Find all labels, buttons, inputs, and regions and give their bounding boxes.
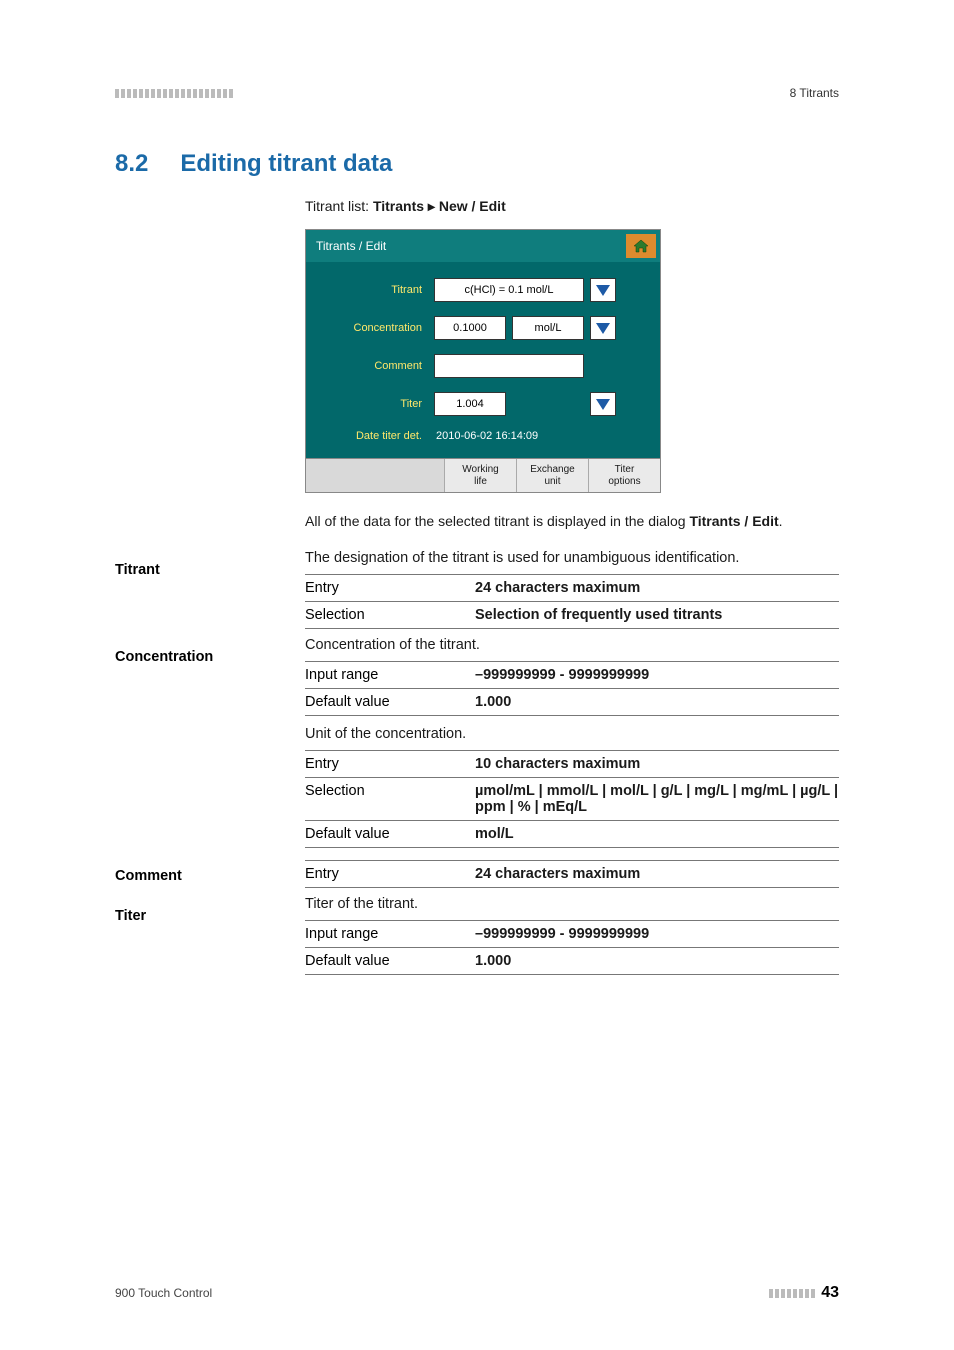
chevron-down-icon [596, 399, 610, 410]
page-header: 8 Titrants [115, 86, 839, 100]
field-desc-concentration-2: Unit of the concentration. [305, 726, 839, 742]
dialog-title: Titrants / Edit [316, 239, 386, 253]
footer-ticks [769, 1289, 815, 1298]
intro-text-dialog: Titrants / Edit [689, 513, 778, 529]
table-row: Entry24 characters maximum [305, 575, 839, 602]
field-comment[interactable] [434, 354, 584, 378]
spec-table-concentration-2: Entry10 characters maximum Selectionµmol… [305, 750, 839, 848]
field-head-titer: Titer [115, 908, 305, 924]
breadcrumb: Titrant list: Titrants ▸ New / Edit [305, 198, 825, 215]
footer-product: 900 Touch Control [115, 1286, 212, 1300]
dropdown-concentration-unit[interactable] [590, 316, 616, 340]
header-chapter: 8 Titrants [790, 86, 839, 100]
table-row: Selectionµmol/mL | mmol/L | mol/L | g/L … [305, 778, 839, 821]
table-row: Entry10 characters maximum [305, 751, 839, 778]
value-date: 2010-06-02 16:14:09 [434, 430, 538, 442]
working-life-button[interactable]: Working life [444, 459, 516, 492]
dialog-body: Titrant c(HCl) = 0.1 mol/L Concentration… [306, 262, 660, 458]
table-row: Input range–999999999 - 9999999999 [305, 662, 839, 689]
dialog-titlebar: Titrants / Edit [306, 230, 660, 262]
field-titer-value[interactable]: 1.004 [434, 392, 506, 416]
spec-table-comment: Entry24 characters maximum [305, 860, 839, 888]
home-button[interactable] [626, 234, 656, 258]
section-heading: 8.2 Editing titrant data [115, 150, 839, 178]
dropdown-titer[interactable] [590, 392, 616, 416]
table-row: SelectionSelection of frequently used ti… [305, 602, 839, 629]
breadcrumb-path: Titrants ▸ New / Edit [373, 198, 506, 214]
page-footer: 900 Touch Control 43 [115, 1284, 839, 1302]
field-desc-titer: Titer of the titrant. [305, 896, 839, 912]
table-row: Default value1.000 [305, 948, 839, 975]
exchange-unit-button[interactable]: Exchange unit [516, 459, 588, 492]
header-ticks [115, 89, 233, 98]
intro-text-a: All of the data for the selected titrant… [305, 513, 689, 529]
label-comment: Comment [316, 360, 428, 372]
field-desc-titrant: The designation of the titrant is used f… [305, 550, 839, 566]
spec-table-titrant: Entry24 characters maximum SelectionSele… [305, 574, 839, 629]
label-titer: Titer [316, 398, 428, 410]
table-row: Entry24 characters maximum [305, 861, 839, 888]
field-titer-spacer [512, 392, 584, 416]
table-row: Input range–999999999 - 9999999999 [305, 921, 839, 948]
field-concentration-unit[interactable]: mol/L [512, 316, 584, 340]
spec-table-titer: Input range–999999999 - 9999999999 Defau… [305, 920, 839, 975]
spec-table-concentration-1: Input range–999999999 - 9999999999 Defau… [305, 661, 839, 716]
label-date: Date titer det. [316, 430, 428, 442]
field-head-comment: Comment [115, 868, 305, 884]
intro-text-c: . [779, 513, 783, 529]
field-head-titrant: Titrant [115, 562, 305, 578]
field-head-concentration: Concentration [115, 649, 305, 665]
page-number: 43 [821, 1284, 839, 1302]
label-concentration: Concentration [316, 322, 428, 334]
breadcrumb-prefix: Titrant list: [305, 198, 373, 214]
intro-paragraph: All of the data for the selected titrant… [305, 511, 825, 532]
section-number: 8.2 [115, 150, 148, 178]
field-desc-concentration-1: Concentration of the titrant. [305, 637, 839, 653]
titer-options-button[interactable]: Titer options [588, 459, 660, 492]
section-title: Editing titrant data [180, 150, 392, 178]
chevron-down-icon [596, 323, 610, 334]
field-titrant[interactable]: c(HCl) = 0.1 mol/L [434, 278, 584, 302]
dropdown-titrant[interactable] [590, 278, 616, 302]
dialog-toolbar: Working life Exchange unit Titer options [306, 458, 660, 492]
label-titrant: Titrant [316, 284, 428, 296]
titrant-edit-dialog: Titrants / Edit Titrant c(HCl) = 0.1 mol… [305, 229, 661, 493]
chevron-down-icon [596, 285, 610, 296]
field-concentration-value[interactable]: 0.1000 [434, 316, 506, 340]
table-row: Default value1.000 [305, 689, 839, 716]
table-row: Default valuemol/L [305, 821, 839, 848]
